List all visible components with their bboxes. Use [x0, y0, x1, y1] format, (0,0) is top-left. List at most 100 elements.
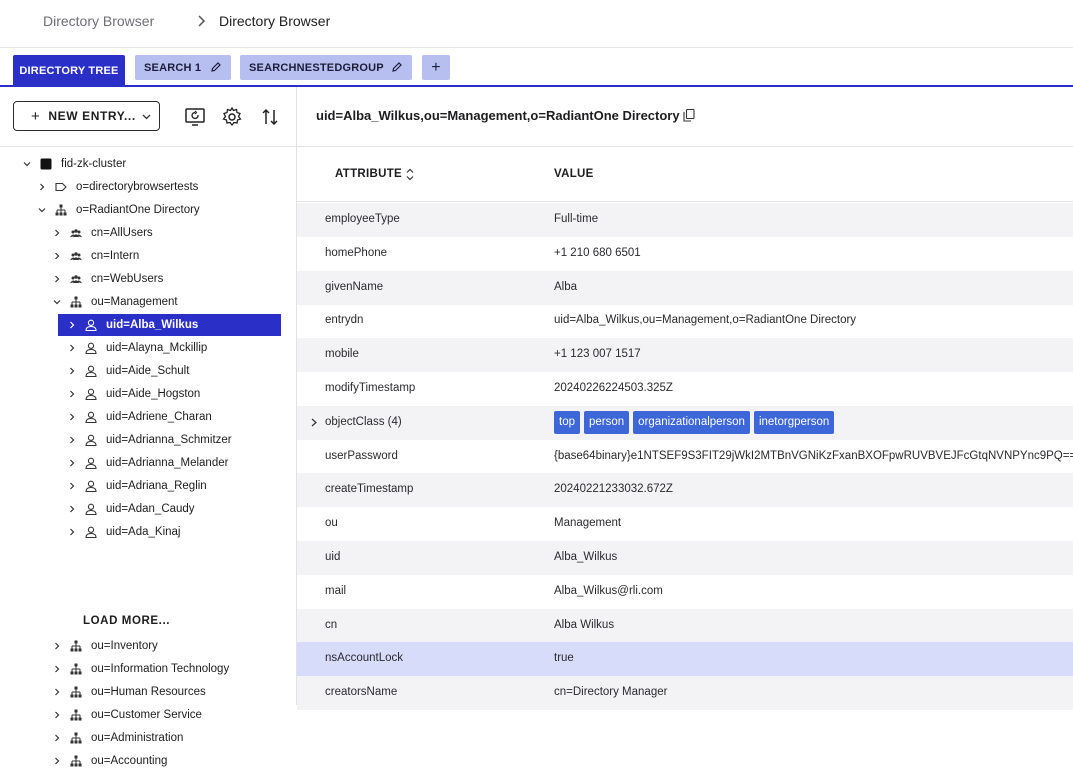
tree-node-o-radiant[interactable]: o=RadiantOne Directory — [37, 199, 200, 221]
chevron-right-icon[interactable] — [52, 641, 62, 651]
tree-node-user[interactable]: uid=Adan_Caudy — [67, 498, 195, 520]
chevron-down-icon[interactable] — [37, 205, 47, 215]
attribute-row[interactable]: mail Alba_Wilkus@rli.com — [297, 575, 1073, 609]
load-more-button[interactable]: LOAD MORE... — [83, 615, 170, 627]
tree-node-user[interactable]: uid=Aide_Schult — [67, 360, 189, 382]
chevron-right-icon[interactable] — [67, 435, 77, 445]
objectclass-chip[interactable]: top — [554, 410, 580, 434]
tree-node-user[interactable]: uid=Adrianna_Schmitzer — [67, 429, 232, 451]
chevron-right-icon[interactable] — [67, 389, 77, 399]
tree-node-label: uid=Aide_Hogston — [106, 388, 201, 400]
tree-node-ou[interactable]: ou=Human Resources — [52, 681, 206, 703]
attribute-row[interactable]: modifyTimestamp 20240226224503.325Z — [297, 372, 1073, 406]
tree-node-user[interactable]: uid=Adriene_Charan — [67, 406, 212, 428]
chevron-right-icon[interactable] — [52, 710, 62, 720]
attribute-row[interactable]: homePhone +1 210 680 6501 — [297, 237, 1073, 271]
objectclass-chips: top person organizationalperson inetorgpers… — [554, 410, 835, 434]
chevron-right-icon[interactable] — [52, 687, 62, 697]
attribute-name: employeeType — [325, 213, 400, 225]
attribute-row[interactable]: entrydn uid=Alba_Wilkus,ou=Management,o=R… — [297, 304, 1073, 338]
chevron-right-icon[interactable] — [67, 343, 77, 353]
attribute-row[interactable]: userPassword {base64binary}e1NTSEF9S3FIT2… — [297, 440, 1073, 474]
attribute-row[interactable]: mobile +1 123 007 1517 — [297, 338, 1073, 373]
copy-icon[interactable] — [683, 109, 695, 122]
tree-node-cn-allusers[interactable]: cn=AllUsers — [52, 222, 153, 244]
chevron-right-icon[interactable] — [52, 251, 62, 261]
tree-node-label: uid=Adan_Caudy — [106, 503, 195, 515]
column-header-attribute[interactable]: ATTRIBUTE — [335, 168, 402, 180]
attribute-name: mail — [325, 584, 347, 597]
chevron-right-icon[interactable] — [37, 182, 47, 192]
app-header: Directory Browser Directory Browser — [0, 0, 1073, 48]
tree-node-user[interactable]: uid=Ada_Kinaj — [67, 521, 181, 543]
tree-node-ou[interactable]: ou=Accounting — [52, 750, 167, 772]
tree-node-ou[interactable]: ou=Inventory — [52, 635, 158, 657]
chevron-right-icon[interactable] — [67, 481, 77, 491]
attribute-row[interactable]: createTimestamp 20240221233032.672Z — [297, 473, 1073, 508]
tree-node-ou[interactable]: ou=Information Technology — [52, 658, 229, 680]
pencil-icon[interactable] — [391, 61, 403, 73]
attribute-row[interactable]: givenName Alba — [297, 270, 1073, 305]
tree-node-root[interactable]: fid-zk-cluster — [22, 153, 126, 175]
tab-searchnestedgroup[interactable]: SEARCHNESTEDGROUP — [240, 55, 412, 80]
add-tab-button[interactable]: + — [422, 55, 450, 80]
attribute-row[interactable]: creatorsName cn=Directory Manager — [297, 676, 1073, 711]
pencil-icon[interactable] — [210, 61, 222, 73]
attribute-row[interactable]: ou Management — [297, 507, 1073, 541]
breadcrumb-root[interactable]: Directory Browser — [43, 13, 154, 29]
tree-node-o-tests[interactable]: o=directorybrowsertests — [37, 176, 198, 198]
attribute-row[interactable]: cn Alba Wilkus — [297, 608, 1073, 643]
chevron-right-icon[interactable] — [52, 733, 62, 743]
tree-node-cn-webusers[interactable]: cn=WebUsers — [52, 268, 163, 290]
chevron-down-icon — [142, 114, 151, 120]
tree-node-user[interactable]: uid=Alba_Wilkus — [58, 314, 281, 336]
tree-node-ou-management[interactable]: ou=Management — [52, 291, 178, 313]
tab-bar: DIRECTORY TREE SEARCH 1 SEARCHNESTEDGROU… — [0, 48, 1073, 87]
chevron-right-icon[interactable] — [67, 366, 77, 376]
chevron-right-icon[interactable] — [52, 274, 62, 284]
tree-node-label: uid=Adrianna_Schmitzer — [106, 434, 232, 446]
objectclass-chip[interactable]: organizationalperson — [633, 410, 750, 434]
tree-node-user[interactable]: uid=Alayna_Mckillip — [67, 337, 207, 359]
tab-directory-tree[interactable]: DIRECTORY TREE — [13, 55, 125, 87]
sort-icon[interactable] — [405, 167, 415, 182]
chevron-down-icon[interactable] — [52, 297, 62, 307]
tree-node-user[interactable]: uid=Aide_Hogston — [67, 383, 200, 405]
chevron-right-icon[interactable] — [52, 228, 62, 238]
gear-icon[interactable] — [221, 106, 243, 128]
attribute-row[interactable]: uid Alba_Wilkus — [297, 541, 1073, 575]
org-chart-icon — [55, 204, 67, 216]
new-entry-button[interactable]: + NEW ENTRY... — [13, 101, 160, 131]
objectclass-chip[interactable]: inetorgperson — [753, 410, 835, 434]
tree-node-ou[interactable]: ou=Customer Service — [52, 704, 202, 726]
attribute-row[interactable]: nsAccountLock true — [297, 642, 1073, 677]
tree-node-label: ou=Accounting — [91, 755, 168, 767]
tab-search-1[interactable]: SEARCH 1 — [135, 55, 231, 80]
attribute-row[interactable]: objectClass (4) top person organizationalpe… — [297, 405, 1073, 440]
chevron-right-icon[interactable] — [67, 320, 77, 330]
tree-node-cn-intern[interactable]: cn=Intern — [52, 245, 139, 267]
tree-node-label: o=RadiantOne Directory — [76, 204, 200, 216]
chevron-right-icon[interactable] — [52, 664, 62, 674]
tree-node-label: ou=Administration — [91, 732, 184, 744]
chevron-right-icon[interactable] — [67, 504, 77, 514]
chevron-down-icon[interactable] — [22, 159, 32, 169]
refresh-monitor-icon[interactable] — [184, 106, 206, 128]
attribute-row[interactable]: employeeType Full-time — [297, 203, 1073, 237]
tree-node-user[interactable]: uid=Adrianna_Melander — [67, 452, 228, 474]
tree-node-user[interactable]: uid=Adriana_Reglin — [67, 475, 207, 497]
attribute-value: Alba_Wilkus — [554, 551, 618, 563]
attribute-name: createTimestamp — [325, 483, 414, 496]
tree-node-ou[interactable]: ou=Administration — [52, 727, 183, 749]
objectclass-chip[interactable]: person — [584, 410, 630, 434]
group-icon — [70, 252, 82, 261]
sort-arrows-icon[interactable] — [259, 106, 281, 128]
chevron-right-icon[interactable] — [67, 412, 77, 422]
chevron-right-icon[interactable] — [67, 527, 77, 537]
user-icon — [85, 365, 97, 377]
user-icon — [85, 503, 97, 515]
chevron-right-icon[interactable] — [67, 458, 77, 468]
chevron-right-icon[interactable] — [310, 418, 318, 427]
chevron-right-icon[interactable] — [52, 756, 62, 766]
chevron-right-icon — [198, 15, 206, 27]
